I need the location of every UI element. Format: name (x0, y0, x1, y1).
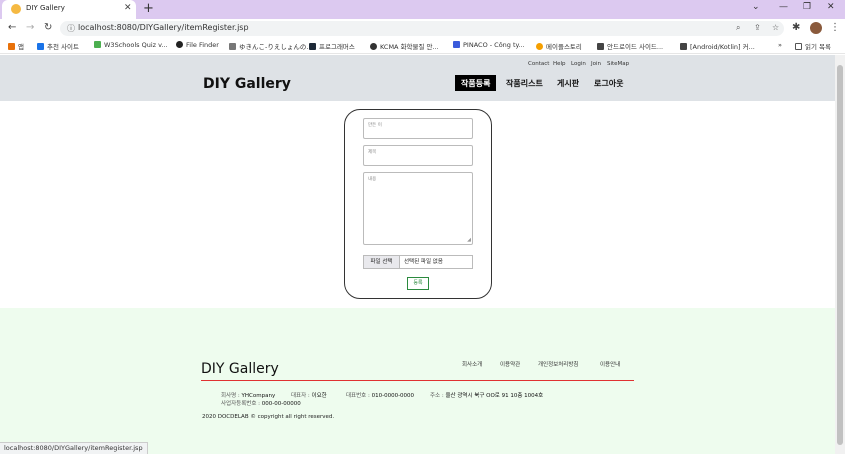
kcma-icon (370, 43, 377, 50)
address-info: 주소 : 울산 광역시 북구 OO로 91 10층 1004호 (430, 393, 544, 399)
w3schools-icon (94, 41, 101, 48)
nav-item-register[interactable]: 작품등록 (455, 75, 497, 91)
tab-search-icon[interactable]: ⌄ (752, 2, 760, 12)
reload-icon[interactable]: ↻ (44, 22, 52, 33)
reading-list[interactable]: 읽기 목록 (795, 41, 831, 51)
favicon-icon (11, 4, 21, 14)
back-icon[interactable]: ← (8, 22, 16, 33)
browser-tabstrip: DIY Gallery ✕ + ⌄ — ❐ ✕ (0, 0, 845, 19)
help-link[interactable]: Help (553, 61, 566, 67)
tab-title: DIY Gallery (26, 4, 65, 12)
resize-grip-icon[interactable]: ◢ (467, 237, 471, 243)
bookmark-item[interactable]: [Android/Kotlin] 커... (680, 41, 755, 51)
page-content: Contact Help Login Join SiteMap DIY Gall… (0, 55, 835, 454)
phone-info: 대표번호 : 010-0000-0000 (346, 393, 415, 399)
bing-icon (37, 43, 44, 50)
nav-item-board[interactable]: 게시판 (551, 75, 585, 91)
profile-avatar[interactable] (810, 22, 822, 34)
nav-item-logout[interactable]: 로그아웃 (588, 75, 629, 91)
bookmark-item[interactable]: KCMA 화학물질 안... (370, 41, 439, 51)
item-register-form: 만든 이 제목 내용 ◢ 파일 선택 선택된 파일 없음 등록 (344, 109, 492, 299)
bookmark-item[interactable]: 안드로이드 사이드... (597, 41, 663, 51)
bookmark-apps[interactable]: 앱 (8, 41, 24, 51)
author-input[interactable]: 만든 이 (363, 118, 473, 139)
bookmarks-bar: 앱 추천 사이트 W3Schools Quiz v... File Finder… (0, 38, 845, 54)
author-placeholder: 만든 이 (368, 123, 382, 128)
footer-link-guide[interactable]: 이용안내 (600, 360, 620, 368)
contact-link[interactable]: Contact (528, 61, 549, 67)
login-link[interactable]: Login (571, 61, 586, 67)
minimize-icon[interactable]: — (779, 2, 788, 12)
bookmark-star-icon[interactable]: ☆ (772, 23, 779, 32)
bookmark-item[interactable]: 추천 사이트 (37, 41, 79, 51)
title-input[interactable]: 제목 (363, 145, 473, 166)
join-link[interactable]: Join (591, 61, 601, 67)
footer-link-privacy[interactable]: 개인정보처리방침 (538, 360, 578, 368)
share-icon[interactable]: ⇪ (754, 23, 761, 32)
bookmark-item[interactable]: File Finder (176, 41, 219, 49)
browser-menu-icon[interactable]: ⋮ (830, 22, 840, 33)
ceo-info: 대표자 : 이요한 (291, 393, 327, 399)
choose-file-button[interactable]: 파일 선택 (364, 256, 400, 268)
github-icon (176, 41, 183, 48)
company-info: 회사명 : YHCompany (221, 393, 276, 399)
pinaco-icon (453, 41, 460, 48)
page-icon (229, 43, 236, 50)
tistory-icon (597, 43, 604, 50)
site-info-icon[interactable]: ⓘ (67, 23, 75, 34)
tab-close-icon[interactable]: ✕ (124, 3, 132, 13)
reading-list-icon (795, 43, 802, 50)
title-placeholder: 제목 (368, 150, 377, 155)
bookmark-item[interactable]: PINACO - Công ty... (453, 41, 525, 49)
apps-grid-icon (8, 43, 15, 50)
url-text: localhost:8080/DIYGallery/itemRegister.j… (78, 23, 249, 32)
content-placeholder: 내용 (368, 177, 377, 182)
bookmarks-overflow[interactable]: » (778, 41, 782, 49)
bookmark-item[interactable]: 프로그래머스 (309, 41, 355, 51)
file-input[interactable]: 파일 선택 선택된 파일 없음 (363, 255, 473, 269)
footer-logo[interactable]: DIY Gallery (201, 361, 279, 377)
sitemap-link[interactable]: SiteMap (607, 61, 629, 67)
scrollbar-thumb[interactable] (837, 65, 843, 445)
site-logo[interactable]: DIY Gallery (203, 76, 291, 92)
vertical-scrollbar[interactable] (835, 55, 845, 454)
content-textarea[interactable]: 내용 ◢ (363, 172, 473, 245)
address-bar[interactable]: ⓘ localhost:8080/DIYGallery/itemRegister… (60, 21, 784, 36)
business-number-info: 사업자등록번호 : 000-00-00000 (221, 401, 301, 407)
browser-tab[interactable]: DIY Gallery ✕ (2, 0, 136, 19)
register-button[interactable]: 등록 (407, 277, 429, 290)
forward-icon[interactable]: → (26, 22, 34, 33)
window-close-icon[interactable]: ✕ (827, 2, 835, 12)
status-bar-url: localhost:8080/DIYGallery/itemRegister.j… (0, 442, 148, 454)
footer-link-terms[interactable]: 이용약관 (500, 360, 520, 368)
bookmark-item[interactable]: W3Schools Quiz v... (94, 41, 168, 49)
zoom-icon[interactable]: ⌕ (736, 23, 740, 33)
footer-link-about[interactable]: 회사소개 (462, 360, 482, 368)
footer-divider (201, 380, 634, 381)
maximize-icon[interactable]: ❐ (803, 2, 811, 12)
browser-toolbar: ← → ↻ ⓘ localhost:8080/DIYGallery/itemRe… (0, 19, 845, 38)
site-footer: DIY Gallery 회사소개 이용약관 개인정보처리방침 이용안내 회사명 … (0, 308, 835, 454)
copyright: 2020 DOCDELAB © copyright all right rese… (202, 414, 335, 420)
site-header: Contact Help Login Join SiteMap DIY Gall… (0, 55, 835, 101)
extensions-icon[interactable]: ✱ (792, 22, 800, 33)
new-tab-icon[interactable]: + (143, 1, 154, 16)
programmers-icon (309, 43, 316, 50)
maplestory-icon (536, 43, 543, 50)
file-status: 선택된 파일 없음 (404, 259, 443, 265)
nav-item-list[interactable]: 작품리스트 (500, 75, 549, 91)
tistory-icon (680, 43, 687, 50)
bookmark-item[interactable]: ゆきんこ-りえしょんの... (229, 41, 313, 51)
bookmark-item[interactable]: 메이플스토리 (536, 41, 582, 51)
